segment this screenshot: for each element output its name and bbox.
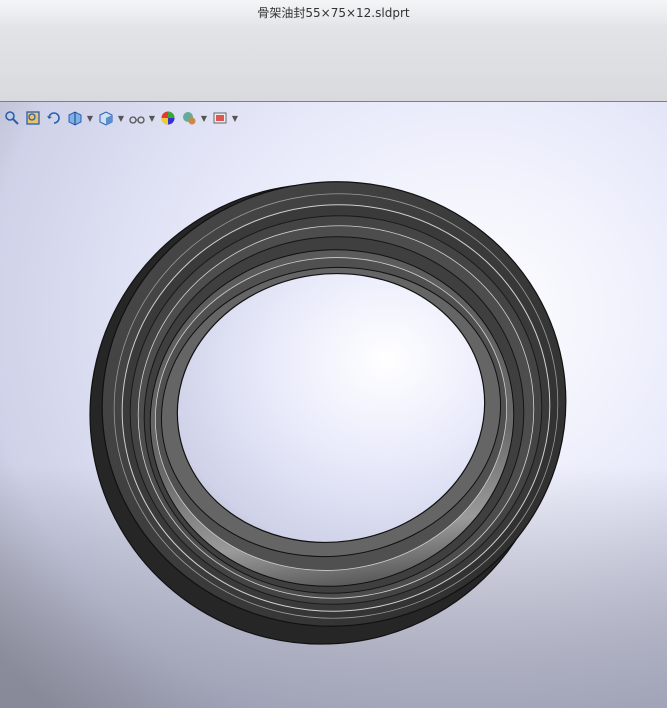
previous-view-icon[interactable] (44, 109, 63, 128)
zoom-to-area-icon[interactable] (23, 109, 42, 128)
window-titlebar: 骨架油封55×75×12.sldprt (0, 0, 667, 25)
apply-scene-dropdown-arrow[interactable]: ▼ (200, 109, 208, 128)
zoom-to-fit-icon[interactable] (2, 109, 21, 128)
viewport-background (0, 102, 667, 708)
section-view-icon[interactable] (65, 109, 84, 128)
heads-up-view-toolbar: ▼ ▼ ▼ ▼ ▼ (2, 107, 239, 129)
graphics-viewport[interactable]: ▼ ▼ ▼ ▼ ▼ (0, 102, 667, 708)
hide-show-items-icon[interactable] (127, 109, 146, 128)
hide-show-dropdown-arrow[interactable]: ▼ (148, 109, 156, 128)
view-orientation-icon[interactable] (96, 109, 115, 128)
view-settings-icon[interactable] (210, 109, 229, 128)
view-orientation-dropdown-arrow[interactable]: ▼ (117, 109, 125, 128)
section-view-dropdown-arrow[interactable]: ▼ (86, 109, 94, 128)
edit-appearance-icon[interactable] (158, 109, 177, 128)
window-title: 骨架油封55×75×12.sldprt (257, 6, 410, 20)
command-manager-area (0, 24, 667, 102)
view-settings-dropdown-arrow[interactable]: ▼ (231, 109, 239, 128)
apply-scene-icon[interactable] (179, 109, 198, 128)
